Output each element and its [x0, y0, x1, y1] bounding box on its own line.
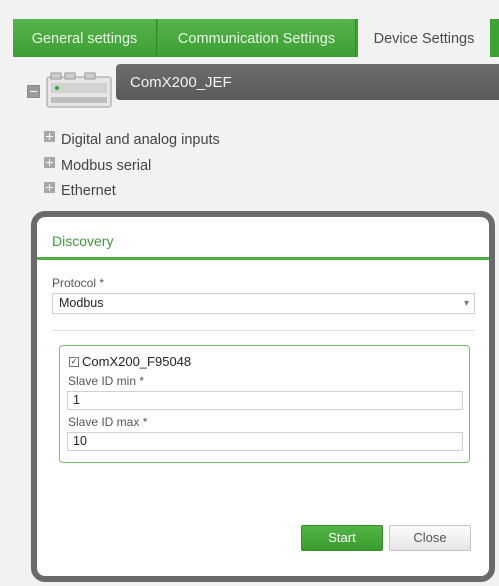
tree-item-modbus-serial[interactable]: Modbus serial: [44, 157, 151, 174]
tab-bar: General settings Communication Settings …: [0, 0, 499, 61]
slave-id-max-label: Slave ID max *: [68, 415, 148, 429]
start-button[interactable]: Start: [301, 525, 383, 551]
collapse-icon[interactable]: [27, 85, 40, 98]
device-module-icon: [46, 72, 112, 108]
protocol-select[interactable]: Modbus ▾: [52, 293, 475, 314]
tab-general-settings[interactable]: General settings: [13, 19, 157, 57]
close-button[interactable]: Close: [389, 525, 471, 551]
tab-overflow: [490, 19, 499, 57]
divider: [52, 330, 475, 331]
slave-id-min-label: Slave ID min *: [68, 374, 145, 388]
slave-id-min-field[interactable]: 1: [67, 391, 463, 410]
dropdown-icon: ▾: [463, 298, 469, 309]
expand-icon[interactable]: [44, 131, 55, 142]
tab-communication-settings[interactable]: Communication Settings: [158, 19, 356, 57]
protocol-label: Protocol *: [52, 276, 105, 290]
expand-icon[interactable]: [44, 182, 55, 193]
dialog-title: Discovery: [52, 233, 114, 249]
device-discovery-group: ✓ ComX200_F95048 Slave ID min * 1 Slave …: [59, 345, 470, 463]
protocol-value: Modbus: [59, 296, 104, 310]
device-checkbox[interactable]: ✓: [69, 357, 79, 367]
tab-device-settings[interactable]: Device Settings: [358, 19, 490, 61]
discovery-dialog: Discovery Protocol * Modbus ▾ ✓ ComX200_…: [31, 211, 495, 582]
slave-id-max-field[interactable]: 10: [67, 432, 463, 451]
tree-item-ethernet[interactable]: Ethernet: [44, 182, 116, 199]
tree-item-digital-analog-inputs[interactable]: Digital and analog inputs: [44, 131, 220, 148]
tree-item-label: Digital and analog inputs: [61, 132, 220, 148]
tree-item-label: Modbus serial: [61, 158, 152, 174]
expand-icon[interactable]: [44, 157, 55, 168]
tree-item-label: Ethernet: [61, 183, 116, 199]
device-name: ComX200_JEF: [130, 74, 232, 91]
dialog-header: Discovery: [37, 217, 489, 260]
device-checkbox-label: ComX200_F95048: [82, 354, 192, 369]
